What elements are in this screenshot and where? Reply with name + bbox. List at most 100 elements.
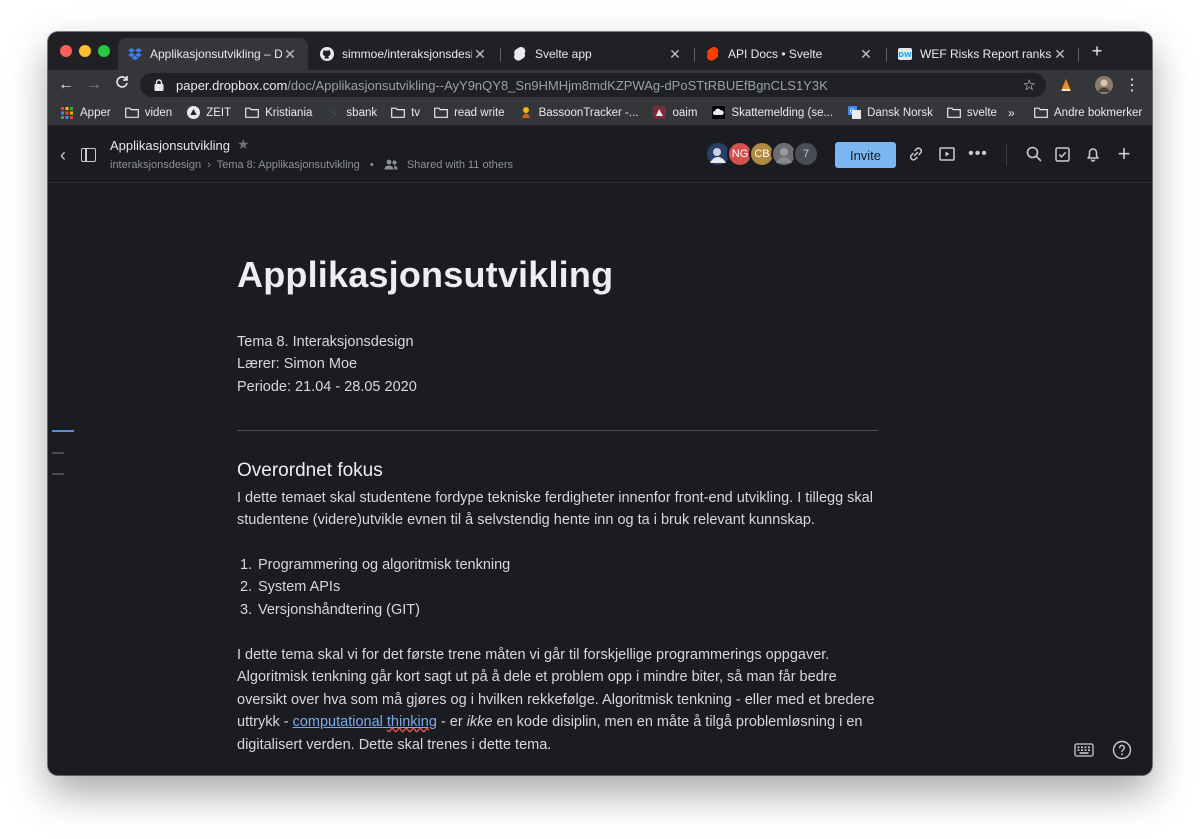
sbank-icon: S	[326, 107, 340, 119]
bookmark-label: Dansk Norsk	[867, 106, 933, 119]
favorite-star-icon[interactable]: ★	[237, 136, 250, 153]
address-bar[interactable]: paper.dropbox.com/doc/Applikasjonsutvikl…	[140, 73, 1046, 97]
bookmark-label: ZEIT	[206, 106, 232, 119]
list-item: 3. Versjonshåndtering (GIT)	[240, 601, 420, 618]
bookmark-label: svelte	[966, 106, 997, 119]
meta-line: Tema 8. Interaksjonsdesign	[237, 334, 414, 350]
computational-thinking-link[interactable]: computational thinking	[293, 714, 437, 730]
bookmark-skattemelding[interactable]: Skattemelding (se...	[711, 106, 834, 119]
help-icon[interactable]	[1111, 739, 1133, 761]
tab-separator	[886, 48, 887, 62]
shared-with-text[interactable]: Shared with 11 others	[407, 159, 513, 171]
tab-separator	[694, 48, 695, 62]
outline-marker-section[interactable]	[52, 452, 64, 454]
outline-marker-section[interactable]	[52, 473, 64, 475]
link-icon[interactable]	[906, 144, 926, 164]
tab-wef-report[interactable]: DW WEF Risks Report ranks clin ✕	[888, 38, 1078, 70]
more-options-icon[interactable]: •••	[968, 144, 988, 164]
document-meta[interactable]: Tema 8. Interaksjonsdesign Lærer: Simon …	[237, 331, 417, 398]
extension-vlc-icon[interactable]	[1056, 75, 1076, 95]
close-tab-icon[interactable]: ✕	[282, 46, 298, 63]
dot-separator: •	[369, 159, 374, 171]
close-tab-icon[interactable]: ✕	[472, 46, 488, 63]
search-icon[interactable]	[1024, 144, 1044, 164]
bookmark-oaim[interactable]: oaim	[652, 106, 697, 119]
new-tab-button[interactable]: +	[1088, 42, 1106, 60]
tab-svelte-app[interactable]: Svelte app ✕	[503, 38, 693, 70]
bookmark-label: Skattemelding (se...	[731, 106, 834, 119]
numbered-list[interactable]: 1. Programmering og algoritmisk tenkning …	[237, 554, 510, 621]
bookmark-kristiania[interactable]: Kristiania	[245, 107, 312, 119]
intro-paragraph[interactable]: I dette temaet skal studentene fordype t…	[237, 487, 877, 532]
present-icon[interactable]	[937, 144, 957, 164]
sidebar-toggle-icon[interactable]	[81, 148, 96, 162]
outline-marker-title[interactable]	[52, 430, 74, 432]
back-arrow-icon[interactable]: ‹	[60, 145, 66, 166]
avatar-overflow-count[interactable]: 7	[793, 141, 819, 167]
bookmark-svelte[interactable]: svelte	[946, 106, 997, 119]
reload-icon	[116, 76, 128, 88]
tab-github[interactable]: simmoe/interaksjonsdesign- ✕	[310, 38, 498, 70]
breadcrumb: interaksjonsdesign › Tema 8: Applikasjon…	[110, 159, 513, 173]
forward-button[interactable]: →	[84, 75, 104, 95]
keyboard-shortcuts-icon[interactable]	[1073, 739, 1095, 761]
bookmark-label: tv	[411, 106, 421, 119]
bookmark-star-icon[interactable]: ☆	[1023, 76, 1036, 94]
list-item: 1. Programmering og algoritmisk tenkning	[240, 557, 511, 573]
document-title[interactable]: Applikasjonsutvikling	[237, 256, 613, 293]
lock-icon	[154, 79, 168, 91]
bookmark-sbank[interactable]: Ssbank	[326, 107, 377, 119]
close-tab-icon[interactable]: ✕	[667, 46, 683, 63]
collaborator-avatars[interactable]: NG CB 7	[705, 141, 819, 167]
url-host: paper.dropbox.com	[176, 77, 288, 93]
browser-menu-icon[interactable]: ⋮	[1122, 75, 1142, 95]
checklist-icon[interactable]	[1052, 144, 1072, 164]
reload-button[interactable]	[112, 75, 132, 95]
maximize-window-button[interactable]	[98, 45, 110, 57]
profile-avatar[interactable]	[1094, 75, 1114, 95]
tab-title: API Docs • Svelte	[728, 47, 823, 61]
invite-button[interactable]: Invite	[835, 142, 896, 168]
other-bookmarks[interactable]: Andre bokmerker	[1034, 107, 1142, 119]
horizontal-rule	[237, 430, 878, 431]
github-icon	[320, 47, 334, 61]
bookmark-tv[interactable]: tv	[391, 107, 420, 119]
close-tab-icon[interactable]: ✕	[858, 46, 874, 63]
breadcrumb-doc[interactable]: Tema 8: Applikasjonsutvikling	[217, 159, 360, 171]
back-button[interactable]: ←	[56, 75, 76, 95]
doc-title[interactable]: Applikasjonsutvikling	[110, 138, 230, 153]
body-paragraph[interactable]: I dette tema skal vi for det første tren…	[237, 644, 877, 756]
notifications-bell-icon[interactable]	[1083, 144, 1103, 164]
bassoon-icon	[519, 107, 533, 119]
create-new-icon[interactable]: +	[1114, 141, 1134, 166]
minimize-window-button[interactable]	[79, 45, 91, 57]
bookmark-read-write[interactable]: read write	[434, 107, 505, 119]
bookmark-zeit[interactable]: ZEIT	[186, 106, 232, 119]
document-body: Applikasjonsutvikling Tema 8. Interaksjo…	[48, 184, 1152, 775]
tab-title: Applikasjonsutvikling – Drop	[150, 47, 282, 61]
svg-text:DW: DW	[898, 51, 912, 59]
bookmark-dansk-norsk[interactable]: G Dansk Norsk	[847, 106, 933, 119]
section-heading[interactable]: Overordnet fokus	[237, 460, 383, 482]
breadcrumb-separator: ›	[207, 159, 211, 171]
tab-api-docs[interactable]: API Docs • Svelte ✕	[696, 38, 884, 70]
bookmark-apper[interactable]: Apper	[60, 106, 111, 119]
bookmark-label: Apper	[80, 106, 111, 119]
bookmark-label: BassoonTracker -...	[538, 106, 639, 119]
dw-icon: DW	[898, 47, 912, 61]
folder-icon	[1034, 107, 1048, 119]
bookmark-bassoontracker[interactable]: BassoonTracker -...	[519, 106, 639, 119]
close-tab-icon[interactable]: ✕	[1052, 46, 1068, 63]
tab-strip: Applikasjonsutvikling – Drop ✕ simmoe/in…	[48, 32, 1152, 70]
tab-title: WEF Risks Report ranks clin	[920, 47, 1052, 61]
svg-text:G: G	[849, 108, 854, 116]
close-window-button[interactable]	[60, 45, 72, 57]
tab-separator	[1078, 48, 1079, 62]
breadcrumb-folder[interactable]: interaksjonsdesign	[110, 159, 201, 171]
tab-title: Svelte app	[535, 47, 592, 61]
bookmarks-overflow-button[interactable]: »	[1008, 106, 1015, 120]
tab-dropbox[interactable]: Applikasjonsutvikling – Drop ✕	[118, 38, 308, 70]
url-path: /doc/Applikasjonsutvikling--AyY9nQY8_Sn9…	[287, 77, 828, 93]
bookmark-viden[interactable]: viden	[124, 107, 172, 119]
dropbox-icon	[128, 47, 142, 61]
